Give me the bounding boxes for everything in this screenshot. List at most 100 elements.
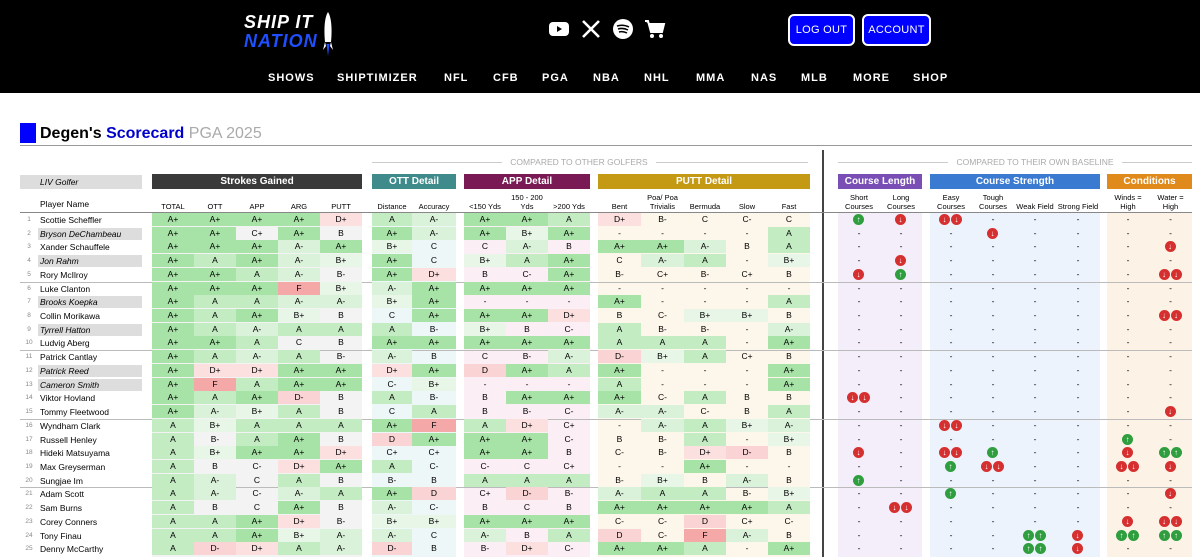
nav-more[interactable]: MORE (853, 72, 890, 84)
player-name[interactable]: Viktor Hovland (38, 392, 142, 404)
player-name[interactable]: Denny McCarthy (38, 543, 142, 555)
player-name[interactable]: Sungjae Im (38, 475, 142, 487)
player-name[interactable]: Tyrrell Hatton (38, 323, 142, 336)
column-header: <150 Yds (469, 202, 501, 211)
table-row[interactable]: 21 Adam Scott A A- C- A- A A+ D C+ D- B- A- A A B- B+ - - ↑… (0, 487, 1200, 501)
logout-button[interactable]: LOG OUT (788, 14, 855, 46)
grade-cell: A (236, 295, 278, 309)
baseline-cell: - (1033, 241, 1037, 252)
x-icon[interactable] (580, 18, 602, 40)
table-row[interactable]: 10 Ludvig Aberg A+ A+ A C B A+ A+ A+ A+ A+ A A A - A+ - - -… (0, 336, 1200, 350)
player-name[interactable]: Max Greyserman (38, 461, 142, 473)
nav-nba[interactable]: NBA (593, 72, 620, 84)
compared-golfers-label: COMPARED TO OTHER GOLFERS (510, 157, 648, 167)
table-row[interactable]: 8 Collin Morikawa A+ A A+ B+ B C A+ A+ A+ D+ B C- B+ B+… (0, 309, 1200, 323)
nav-nas[interactable]: NAS (751, 72, 777, 84)
table-row[interactable]: 22 Sam Burns A B C A+ B A- C- B C B A+ A+ A+ A+ A - ↓ ↓ - - - -… (0, 501, 1200, 515)
player-name[interactable]: Luke Clanton (38, 283, 142, 295)
grade-cell: - (483, 378, 487, 389)
grade-cell: A+ (506, 363, 548, 377)
nav-shiptimizer[interactable]: SHIPTIMIZER (337, 72, 418, 84)
nav-cfb[interactable]: CFB (493, 72, 519, 84)
table-row[interactable]: 11 Patrick Cantlay A+ A A- A B- A- B C B- A- D- B+ A C+… (0, 350, 1200, 364)
nav-mma[interactable]: MMA (696, 72, 725, 84)
arrow-down-icon: ↓ (853, 268, 864, 280)
spotify-icon[interactable] (612, 18, 634, 40)
player-name[interactable]: Brooks Koepka (38, 296, 142, 309)
grade-cell: A+ (372, 267, 412, 281)
baseline-cell: - (899, 488, 903, 499)
table-row[interactable]: 14 Viktor Hovland A+ A A+ D- B A B- B A+ A+ A+ C- A B B ↓… (0, 391, 1200, 405)
table-row[interactable]: 6 Luke Clanton A+ A+ A+ F B+ A- A+ A+ A+ A+ - - - - - - - -… (0, 281, 1200, 296)
player-name[interactable]: Xander Schauffele (38, 241, 142, 253)
baseline-cell: - (1076, 227, 1080, 238)
table-row[interactable]: 24 Tony Finau A A A+ B+ A- A- C A- B A D C- F A- B - - - - ↑ ↑… (0, 528, 1200, 543)
player-name[interactable]: Collin Morikawa (38, 310, 142, 322)
youtube-icon[interactable] (548, 18, 570, 40)
grade-cell: A (464, 473, 506, 487)
player-name[interactable]: Ludvig Aberg (38, 337, 142, 349)
table-row[interactable]: 17 Russell Henley A B- A A+ B D A+ A+ A+ C- B B- A - B+ -… (0, 432, 1200, 447)
player-name[interactable]: Jon Rahm (38, 255, 142, 268)
table-row[interactable]: 23 Corey Conners A A A+ D+ B- B+ B+ A+ A+ A+ C- C- D C+… (0, 514, 1200, 529)
table-row[interactable]: 7 Brooks Koepka A+ A A A- A- B+ A+ - - - A+ - - - A - - - - -… (0, 295, 1200, 309)
arrow-down-icon: ↓ (847, 392, 858, 404)
baseline-cell: - (991, 282, 995, 293)
nav-nfl[interactable]: NFL (444, 72, 468, 84)
nav-pga[interactable]: PGA (542, 72, 569, 84)
player-name[interactable]: Corey Conners (38, 516, 142, 528)
table-row[interactable]: 25 Denny McCarthy A D- D+ A A- D- B B- D+ C- A+ A+ A - A… (0, 542, 1200, 556)
player-name[interactable]: Patrick Cantlay (38, 351, 142, 363)
table-row[interactable]: 9 Tyrrell Hatton A+ A A- A A A B- B+ B C- A B- B- - A- - -… (0, 322, 1200, 337)
grade-cell: D+ (372, 363, 412, 377)
nav-mlb[interactable]: MLB (801, 72, 828, 84)
ship-it-nation-logo[interactable]: SHIP IT NATION (244, 12, 339, 56)
player-name[interactable]: Russell Henley (38, 434, 142, 446)
grade-cell: A+ (598, 501, 641, 515)
baseline-cell: - (1076, 351, 1080, 362)
grade-cell: A- (372, 501, 412, 515)
grade-cell: D (598, 528, 641, 542)
table-row[interactable]: 12 Patrick Reed A+ D+ D+ A+ A+ D+ A+ D A+ A A+ - - - A+ -… (0, 363, 1200, 378)
arrow-down-icon: ↓ (1072, 543, 1083, 555)
grade-cell: A+ (320, 363, 362, 377)
table-row[interactable]: 18 Hideki Matsuyama A B+ A+ A+ D+ C+ C+ A+ A+ B C- B-… (0, 446, 1200, 460)
grade-cell: A+ (506, 213, 548, 226)
nav-shop[interactable]: SHOP (913, 72, 948, 84)
player-name[interactable]: Rory McIlroy (38, 269, 142, 281)
baseline-cell: - (991, 433, 995, 444)
baseline-cell: - (1169, 474, 1172, 485)
player-name[interactable]: Scottie Scheffler (38, 214, 142, 226)
grade-cell: C- (522, 268, 532, 279)
table-row[interactable]: 16 Wyndham Clark A B+ A A A A+ F A D+ C+ - A- A B+ A- - - ↓… (0, 418, 1200, 433)
player-name[interactable]: Adam Scott (38, 488, 142, 500)
arrow-up-icon: ↑ (1158, 529, 1170, 541)
column-header: Slow (738, 202, 756, 211)
table-row[interactable]: 19 Max Greyserman A B C- D+ A+ A C- C- C C+ - - A+ - - - -… (0, 459, 1200, 474)
column-header: Weak Field (1016, 202, 1054, 211)
baseline-cell: - (991, 268, 995, 279)
table-row[interactable]: 1 Scottie Scheffler A+ A+ A+ A+ D+ A A- A+ A+ A D+ B-… (0, 213, 1200, 227)
grade-cell: C (430, 529, 438, 540)
cart-icon[interactable] (644, 18, 666, 40)
player-name[interactable]: Hideki Matsuyama (38, 447, 142, 459)
player-name[interactable]: Cameron Smith (38, 378, 142, 391)
player-name[interactable]: Tommy Fleetwood (38, 406, 142, 418)
table-row[interactable]: 20 Sungjae Im A A- C A B B- B A A A B- B+ B A- B ↑ - - - - - - - (0, 473, 1200, 488)
account-button[interactable]: ACCOUNT (862, 14, 931, 46)
table-row[interactable]: 4 Jon Rahm A+ A A+ A- B+ A+ C B+ A A+ C A- A - B+ - ↓ - - - - -… (0, 254, 1200, 268)
grade-cell: A+ (320, 459, 362, 473)
table-row[interactable]: 2 Bryson DeChambeau A+ A+ C+ A+ B A+ A- A+ B+ A+ - - -… (0, 226, 1200, 241)
player-name[interactable]: Wyndham Clark (38, 420, 142, 432)
player-name[interactable]: Patrick Reed (38, 364, 142, 377)
player-name[interactable]: Bryson DeChambeau (38, 227, 142, 240)
player-name[interactable]: Tony Finau (38, 530, 142, 542)
table-row[interactable]: 3 Xander Schauffele A+ A+ A+ A- A+ B+ C C A- B A+ A+ A… (0, 240, 1200, 254)
player-name[interactable]: Sam Burns (38, 502, 142, 514)
nav-nhl[interactable]: NHL (644, 72, 670, 84)
grade-cell: B+ (320, 254, 362, 268)
table-row[interactable]: 13 Cameron Smith A+ F A A+ A+ C- B+ - - - A - - - A+ - - - -… (0, 377, 1200, 392)
nav-shows[interactable]: SHOWS (268, 72, 315, 84)
table-row[interactable]: 5 Rory McIlroy A+ A+ A A- B- A+ D+ B C- A+ B- C+ B- C+ B… (0, 267, 1200, 282)
table-row[interactable]: 15 Tommy Fleetwood A+ A- B+ A B C A B B- C- A- A- C- B A… (0, 405, 1200, 419)
